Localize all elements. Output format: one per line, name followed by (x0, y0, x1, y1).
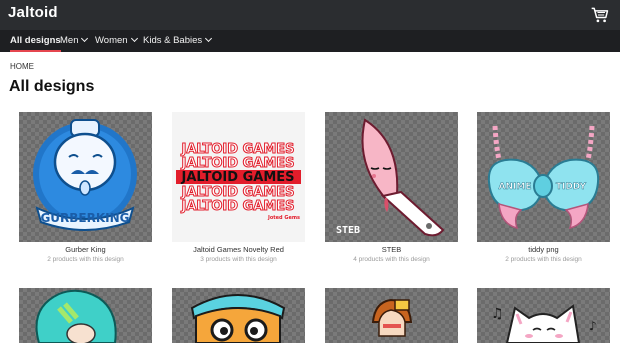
chevron-down-icon (130, 34, 138, 43)
nav-label: Kids & Babies (143, 35, 203, 46)
design-card[interactable]: ♫ ♪ (477, 288, 610, 343)
music-note-icon: ♪ (589, 319, 597, 333)
nav-men[interactable]: Men (60, 30, 89, 52)
nav-women[interactable]: Women (95, 30, 138, 52)
nav-all-designs[interactable]: All designs (10, 30, 61, 52)
art-text: STEB (336, 225, 360, 236)
cart-icon[interactable] (590, 5, 610, 25)
nav-label: All designs (10, 35, 61, 46)
design-card[interactable] (172, 288, 305, 343)
art-text: JALTOID GAMES (180, 185, 294, 200)
design-card[interactable]: ANIME TIDDY tiddy png 2 products with th… (477, 112, 610, 263)
breadcrumb[interactable]: HOME (10, 62, 34, 71)
design-product-count: 4 products with this design (353, 256, 430, 263)
design-image-jaltoid-games[interactable]: JALTOID GAMES JALTOID GAMES JALTOID GAME… (172, 112, 305, 242)
design-name[interactable]: STEB (325, 245, 458, 254)
music-note-icon: ♫ (491, 306, 504, 322)
nav-kids-babies[interactable]: Kids & Babies (143, 30, 213, 52)
design-card[interactable]: STEB STEB 4 products with this design (325, 112, 458, 263)
nav-label: Women (95, 35, 128, 46)
design-image-steb[interactable]: STEB (325, 112, 458, 242)
art-text: JALTOID GAMES (180, 170, 294, 185)
design-name[interactable]: tiddy png (477, 245, 610, 254)
design-image[interactable] (172, 288, 305, 343)
design-card[interactable]: JALTOID GAMES JALTOID GAMES JALTOID GAME… (172, 112, 305, 263)
art-text: JALTOID GAMES (180, 142, 294, 157)
design-product-count: 2 products with this design (47, 256, 124, 263)
art-subtext: Joted Gems (267, 215, 300, 221)
chevron-down-icon (205, 34, 213, 43)
art-text: GURBERKING (40, 211, 129, 225)
nav-label: Men (60, 35, 79, 46)
chevron-down-icon (81, 34, 89, 43)
design-card[interactable] (325, 288, 458, 343)
art-text: TIDDY (556, 182, 587, 192)
design-image[interactable] (325, 288, 458, 343)
art-text: JALTOID GAMES (180, 156, 294, 171)
art-text: ANIME (499, 182, 532, 192)
page-title: All designs (9, 78, 95, 95)
design-image-gurber-king[interactable]: GURBERKING (19, 112, 152, 242)
design-product-count: 2 products with this design (505, 256, 582, 263)
design-name[interactable]: Gurber King (19, 245, 152, 254)
top-header: Jaltoid (0, 0, 620, 30)
brand-logo[interactable]: Jaltoid (8, 4, 58, 21)
design-image-tiddy[interactable]: ANIME TIDDY (477, 112, 610, 242)
design-card[interactable] (19, 288, 152, 343)
design-product-count: 3 products with this design (200, 256, 277, 263)
design-image[interactable]: ♫ ♪ (477, 288, 610, 343)
design-name[interactable]: Jaltoid Games Novelty Red (172, 245, 305, 254)
category-nav: All designs Men Women Kids & Babies (0, 30, 620, 52)
art-text: JALTOID GAMES (180, 199, 294, 214)
design-image[interactable] (19, 288, 152, 343)
design-card[interactable]: GURBERKING Gurber King 2 products with t… (19, 112, 152, 263)
